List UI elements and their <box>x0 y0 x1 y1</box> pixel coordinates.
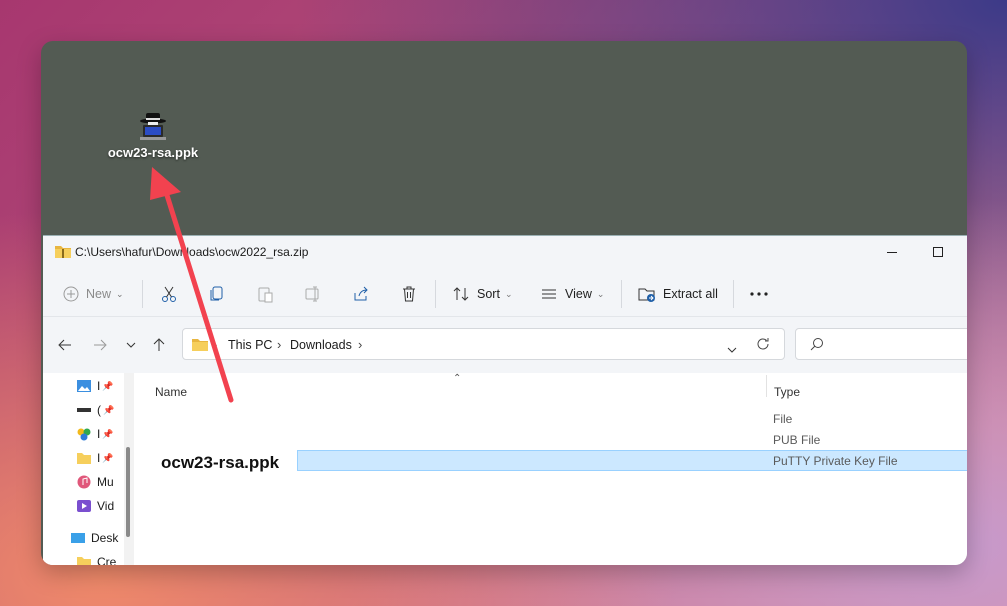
extract-icon <box>638 288 655 302</box>
drive-icon <box>77 408 91 412</box>
desktop-file-label: ocw23-rsa.ppk <box>107 145 199 160</box>
sort-caret-icon: ⌃ <box>453 373 462 384</box>
chevron-down-icon: ⌄ <box>504 288 513 299</box>
chevron-down-icon <box>126 342 136 348</box>
scissors-icon <box>162 286 176 302</box>
extract-all-button[interactable]: Extract all <box>638 272 718 316</box>
pictures-icon <box>77 380 91 392</box>
music-icon <box>77 475 91 489</box>
delete-button[interactable] <box>400 272 418 316</box>
view-icon <box>542 289 556 299</box>
command-bar: New ⌄ Sort ⌄ View ⌄ Extract all <box>43 272 967 316</box>
share-button[interactable] <box>352 272 370 316</box>
scrollbar-thumb[interactable] <box>126 447 130 537</box>
copy-icon <box>210 286 223 301</box>
trash-icon <box>403 286 415 302</box>
desktop-window: ocw23-rsa.ppk C:\Users\hafur\Downloads\o… <box>41 41 967 565</box>
folder-icon <box>192 338 208 356</box>
search-icon <box>810 337 824 356</box>
breadcrumb-downloads[interactable]: Downloads <box>290 338 352 352</box>
chevron-right-icon: › <box>358 337 363 352</box>
more-options-button[interactable] <box>749 272 769 316</box>
cut-button[interactable] <box>160 272 178 316</box>
address-dropdown-icon[interactable] <box>727 340 737 358</box>
chevron-right-icon: › <box>277 337 282 352</box>
zip-folder-icon <box>55 245 71 263</box>
chevron-down-icon: ⌄ <box>116 288 124 299</box>
arrow-up-icon <box>153 338 165 351</box>
table-row-selected[interactable]: PuTTY Private Key File <box>297 450 967 471</box>
folder-icon <box>77 453 91 464</box>
desktop-icon <box>71 533 85 543</box>
maximize-button[interactable] <box>915 236 961 268</box>
paste-icon <box>258 287 273 303</box>
nav-item-desktop[interactable]: Desk <box>70 531 118 545</box>
new-label: New <box>86 287 112 301</box>
view-label: View <box>565 287 592 301</box>
nav-item-folder[interactable]: I 📌 <box>76 451 114 465</box>
forward-button[interactable] <box>88 333 112 357</box>
window-title: C:\Users\hafur\Downloads\ocw2022_rsa.zip <box>75 245 309 259</box>
file-type: PUB File <box>773 433 821 447</box>
search-input[interactable] <box>795 328 967 360</box>
rename-button[interactable] <box>304 272 322 316</box>
overlay-filename-label: ocw23-rsa.ppk <box>161 453 280 472</box>
address-bar[interactable]: › This PC › Downloads › <box>182 328 785 360</box>
file-type: PuTTY Private Key File <box>773 454 898 468</box>
file-explorer-window: C:\Users\hafur\Downloads\ocw2022_rsa.zip… <box>43 235 967 565</box>
paste-button[interactable] <box>256 272 274 316</box>
video-icon <box>77 500 91 512</box>
new-button[interactable]: New ⌄ <box>63 272 124 316</box>
chevron-down-icon: ⌄ <box>596 288 605 299</box>
pin-icon: 📌 <box>103 404 115 415</box>
plus-icon <box>63 286 79 302</box>
nav-item-drive[interactable]: (📌 <box>76 403 114 417</box>
arrow-left-icon <box>58 339 71 351</box>
nav-item-music[interactable]: Mu <box>76 475 114 489</box>
nav-item-folder-2[interactable]: Cre <box>76 555 116 565</box>
more-icon <box>750 292 768 296</box>
nav-item-videos[interactable]: Vid <box>76 499 114 513</box>
recent-locations-button[interactable] <box>119 333 143 357</box>
putty-key-icon <box>138 111 168 143</box>
minimize-button[interactable] <box>869 236 915 268</box>
navigation-pane: I 📌 (📌 I 📌 I 📌 Mu Vid Desk Cre <box>43 373 134 565</box>
sort-icon <box>453 287 469 301</box>
pin-icon: 📌 <box>102 452 114 463</box>
chevron-right-icon: › <box>213 337 218 352</box>
nav-item-pictures[interactable]: I 📌 <box>76 379 114 393</box>
table-row[interactable]: PUB File <box>135 429 967 450</box>
share-icon <box>354 286 368 301</box>
pin-icon: 📌 <box>102 428 114 439</box>
images-icon <box>77 428 91 441</box>
rename-icon <box>305 286 319 302</box>
arrow-right-icon <box>94 339 107 351</box>
nav-scrollbar[interactable] <box>124 373 134 565</box>
content-area: I 📌 (📌 I 📌 I 📌 Mu Vid Desk Cre ⌃ Name Ty… <box>43 373 967 565</box>
table-row[interactable]: File <box>135 408 967 429</box>
column-header-name[interactable]: Name <box>155 385 187 399</box>
column-header-type[interactable]: Type <box>774 385 800 399</box>
title-bar: C:\Users\hafur\Downloads\ocw2022_rsa.zip <box>43 236 967 268</box>
up-button[interactable] <box>147 333 171 357</box>
view-button[interactable]: View ⌄ <box>540 272 604 316</box>
breadcrumb-this-pc[interactable]: This PC <box>228 338 272 352</box>
refresh-icon[interactable] <box>756 337 770 356</box>
folder-icon <box>77 557 91 565</box>
extract-all-label: Extract all <box>663 287 718 301</box>
column-divider[interactable] <box>766 375 767 397</box>
file-type: File <box>773 412 793 426</box>
sort-label: Sort <box>477 287 500 301</box>
address-row: › This PC › Downloads › <box>43 316 967 372</box>
pin-icon: 📌 <box>102 380 114 391</box>
copy-button[interactable] <box>208 272 226 316</box>
sort-button[interactable]: Sort ⌄ <box>452 272 512 316</box>
back-button[interactable] <box>53 333 77 357</box>
desktop-file-icon[interactable]: ocw23-rsa.ppk <box>97 111 209 160</box>
nav-item-images[interactable]: I 📌 <box>76 427 114 441</box>
